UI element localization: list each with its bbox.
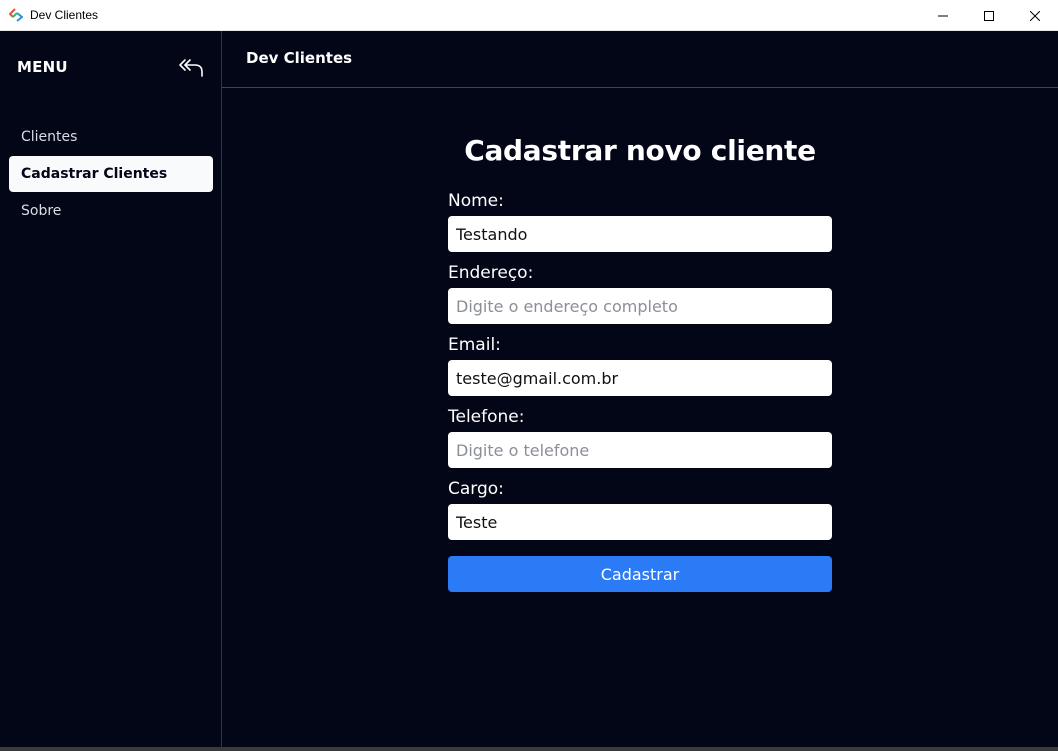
app-logo-icon [9, 8, 23, 22]
window-titlebar: Dev Clientes [0, 0, 1058, 31]
cargo-input[interactable] [448, 504, 832, 540]
minimize-icon [938, 15, 948, 16]
window-title: Dev Clientes [30, 8, 99, 22]
email-label: Email: [448, 335, 501, 355]
app-content: MENU Clientes Cadastrar Clientes Sobre D… [0, 31, 1058, 747]
menu-title: MENU [17, 58, 68, 76]
sidebar: MENU Clientes Cadastrar Clientes Sobre [0, 31, 222, 747]
sidebar-nav: Clientes Cadastrar Clientes Sobre [9, 119, 213, 230]
sidebar-item-cadastrar-clientes[interactable]: Cadastrar Clientes [9, 156, 213, 192]
topbar: Dev Clientes [222, 31, 1058, 88]
cargo-label: Cargo: [448, 479, 504, 499]
telefone-label: Telefone: [448, 407, 525, 427]
collapse-sidebar-button[interactable] [176, 55, 206, 81]
nome-input[interactable] [448, 216, 832, 252]
sidebar-item-clientes[interactable]: Clientes [9, 119, 213, 155]
window-bottom-edge [0, 747, 1058, 751]
maximize-icon [984, 10, 994, 21]
maximize-button[interactable] [966, 0, 1012, 31]
close-button[interactable] [1012, 0, 1058, 31]
double-reply-arrow-icon [179, 59, 203, 77]
email-input[interactable] [448, 360, 832, 396]
page-header-title: Dev Clientes [246, 49, 353, 67]
close-icon [1030, 10, 1040, 21]
cadastrar-button[interactable]: Cadastrar [448, 556, 832, 592]
endereco-label: Endereço: [448, 263, 534, 283]
telefone-input[interactable] [448, 432, 832, 468]
minimize-button[interactable] [920, 0, 966, 31]
nome-label: Nome: [448, 191, 504, 211]
form-title: Cadastrar novo cliente [464, 134, 816, 167]
sidebar-item-sobre[interactable]: Sobre [9, 193, 213, 229]
endereco-input[interactable] [448, 288, 832, 324]
